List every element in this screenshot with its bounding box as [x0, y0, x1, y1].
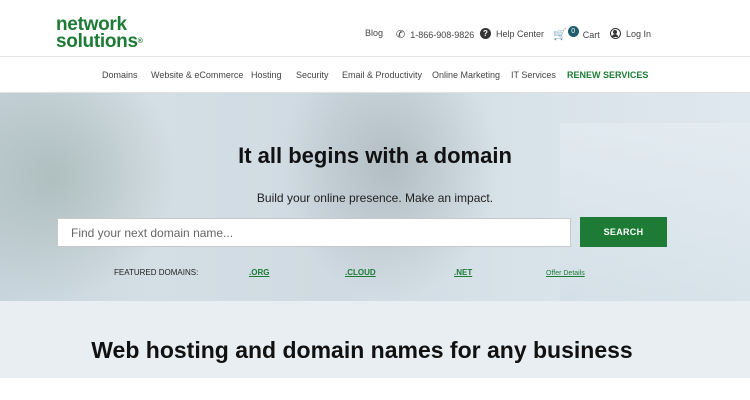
help-center-label: Help Center: [496, 28, 545, 39]
hero-title: It all begins with a domain: [238, 143, 512, 168]
login-label: Log In: [626, 28, 652, 39]
network-solutions-logo[interactable]: network solutions®: [56, 15, 143, 52]
login-link[interactable]: Log In: [610, 28, 651, 39]
phone-number: 1-866-908-9826: [410, 29, 475, 40]
main-nav: Domains Website & eCommerce Hosting Secu…: [0, 57, 750, 93]
search-button[interactable]: SEARCH: [580, 217, 667, 247]
nav-item-website-ecommerce[interactable]: Website & eCommerce: [151, 70, 243, 80]
site-header: network solutions® Blog ✆ 1-866-908-9826…: [0, 0, 750, 57]
cart-count-badge: 0: [567, 26, 579, 37]
nav-item-email-productivity[interactable]: Email & Productivity: [342, 70, 422, 80]
cart-icon: 🛒: [553, 29, 567, 41]
help-center-link[interactable]: ? Help Center: [480, 28, 544, 39]
phone-link[interactable]: ✆ 1-866-908-9826: [396, 28, 474, 41]
user-icon: [610, 28, 621, 39]
blog-label: Blog: [365, 28, 384, 38]
nav-item-it-services[interactable]: IT Services: [511, 70, 556, 80]
domain-search-input[interactable]: [57, 218, 571, 247]
featured-domain-cloud[interactable]: .CLOUD: [345, 268, 376, 277]
cart-link[interactable]: 🛒 0 Cart: [553, 26, 600, 41]
featured-domain-org[interactable]: .ORG: [249, 268, 269, 277]
help-icon: ?: [480, 28, 491, 39]
offer-details-link[interactable]: Offer Details: [546, 270, 585, 277]
hero-subtitle: Build your online presence. Make an impa…: [256, 191, 494, 205]
section-title: Web hosting and domain names for any bus…: [91, 337, 633, 363]
blog-link[interactable]: Blog: [365, 28, 383, 38]
featured-domain-net[interactable]: .NET: [454, 268, 472, 277]
phone-icon: ✆: [396, 29, 406, 41]
logo-line2: solutions®: [56, 31, 143, 52]
nav-item-renew-services[interactable]: RENEW SERVICES: [567, 70, 648, 80]
featured-domains-label: FEATURED DOMAINS:: [114, 268, 199, 277]
nav-item-online-marketing[interactable]: Online Marketing: [432, 70, 500, 80]
cart-label: Cart: [582, 29, 600, 40]
nav-item-security[interactable]: Security: [296, 70, 329, 80]
nav-item-domains[interactable]: Domains: [102, 70, 138, 80]
page-bottom: [0, 378, 750, 400]
nav-item-hosting[interactable]: Hosting: [251, 70, 282, 80]
